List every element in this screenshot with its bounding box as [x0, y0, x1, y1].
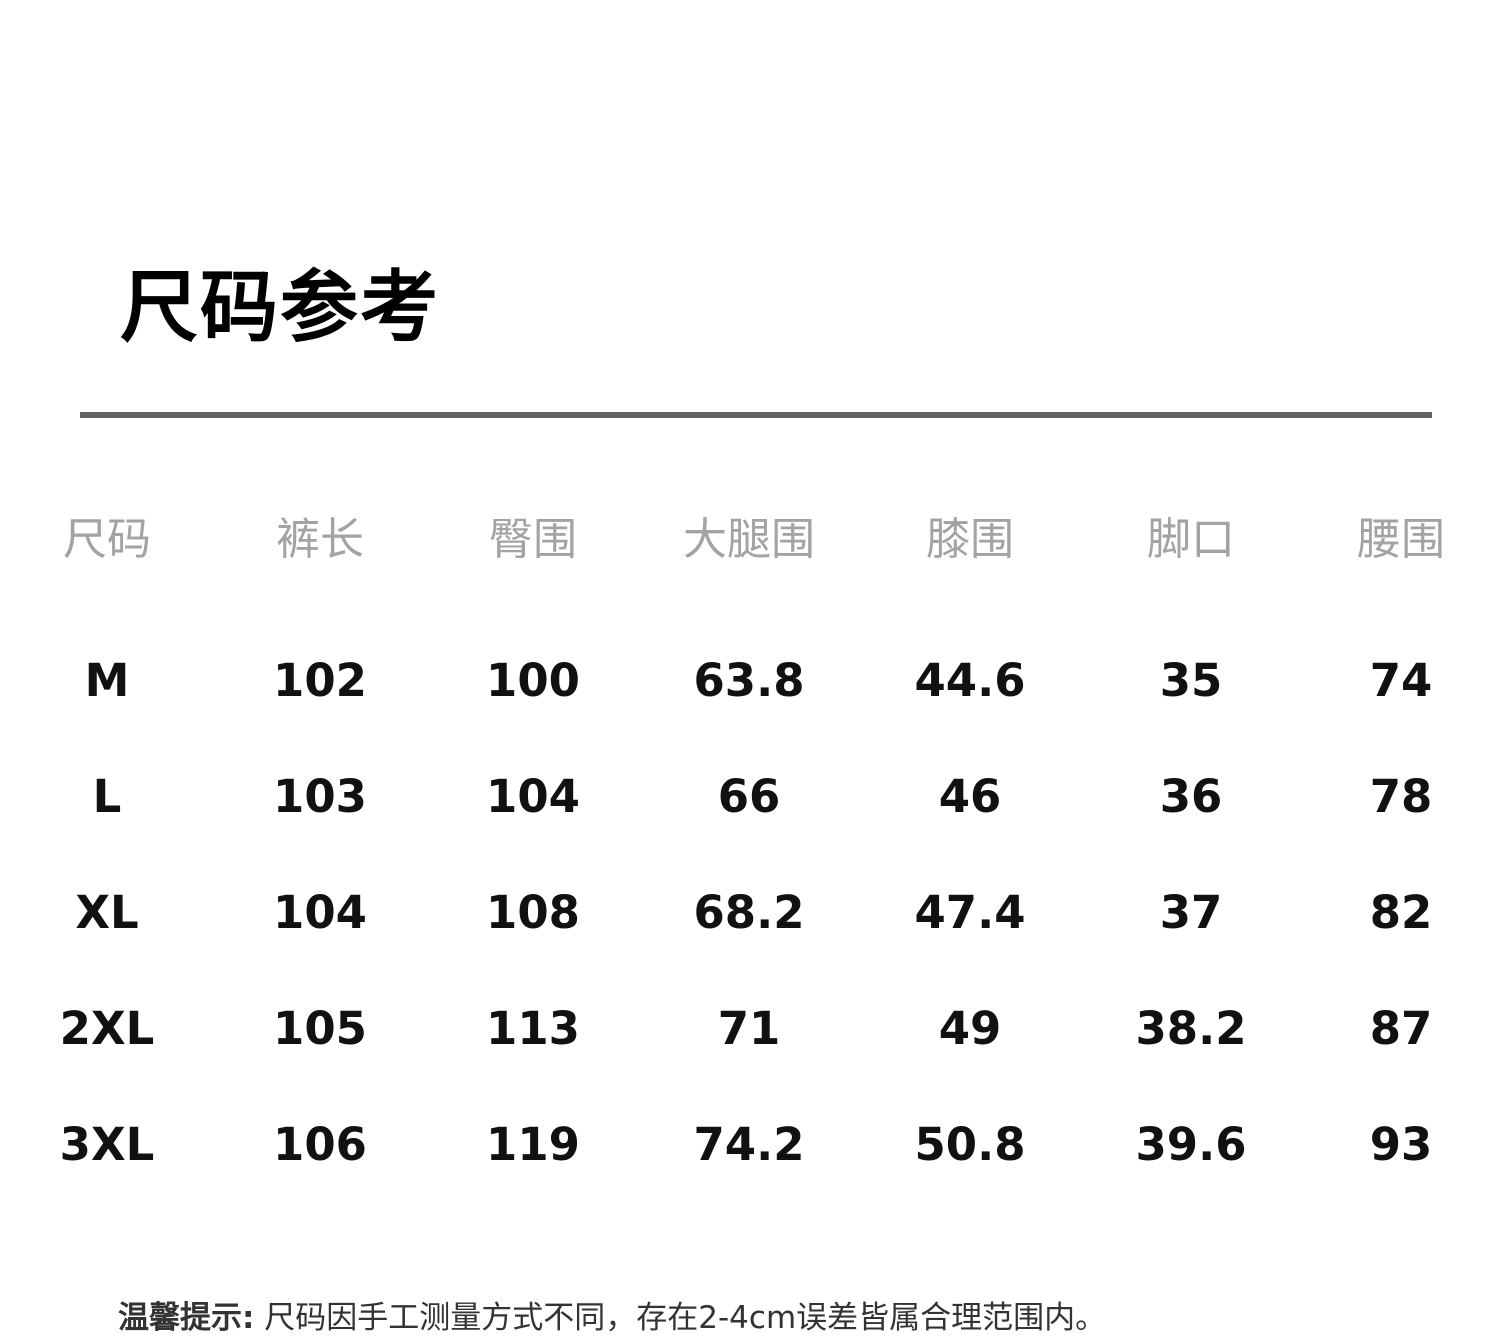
table-cell: 37	[1159, 886, 1223, 939]
table-cell: 93	[1369, 1118, 1433, 1171]
table-cell: 38.2	[1135, 1002, 1247, 1055]
table-cell: 113	[486, 1002, 580, 1055]
header-leg-opening: 脚口	[1147, 514, 1235, 565]
size-note: 温馨提示: 尺码因手工测量方式不同，存在2-4cm误差皆属合理范围内。	[118, 1296, 1106, 1340]
table-cell: 63.8	[693, 654, 805, 707]
note-text: 尺码因手工测量方式不同，存在2-4cm误差皆属合理范围内。	[264, 1300, 1107, 1336]
table-cell: XL	[75, 886, 139, 939]
table-cell: 105	[273, 1002, 367, 1055]
table-cell: L	[92, 770, 122, 823]
header-pants-length: 裤长	[276, 514, 364, 565]
table-cell: 46	[938, 770, 1002, 823]
note-label: 温馨提示:	[118, 1300, 255, 1336]
table-cell: 103	[273, 770, 367, 823]
table-cell: 78	[1369, 770, 1433, 823]
table-cell: 49	[938, 1002, 1002, 1055]
table-cell: 119	[486, 1118, 580, 1171]
table-cell: 2XL	[59, 1002, 155, 1055]
table-cell: 47.4	[914, 886, 1026, 939]
table-cell: 36	[1159, 770, 1223, 823]
header-knee: 膝围	[926, 514, 1014, 565]
table-cell: 71	[717, 1002, 781, 1055]
table-cell: 100	[486, 654, 580, 707]
header-hip: 臀围	[489, 514, 577, 565]
table-cell: 82	[1369, 886, 1433, 939]
table-cell: 3XL	[59, 1118, 155, 1171]
table-cell: 104	[486, 770, 580, 823]
header-thigh: 大腿围	[683, 514, 815, 565]
table-cell: 104	[273, 886, 367, 939]
header-waist: 腰围	[1357, 514, 1445, 565]
table-cell: 87	[1369, 1002, 1433, 1055]
table-cell: 50.8	[914, 1118, 1026, 1171]
header-size: 尺码	[63, 514, 151, 565]
table-cell: 74.2	[693, 1118, 805, 1171]
table-cell: 74	[1369, 654, 1433, 707]
table-cell: 102	[273, 654, 367, 707]
table-cell: 44.6	[914, 654, 1026, 707]
table-cell: 39.6	[1135, 1118, 1247, 1171]
table-cell: 68.2	[693, 886, 805, 939]
size-table: 尺码 裤长 臀围 大腿围 膝围 脚口 腰围 M 102 100 63.8 44.…	[0, 0, 1500, 1337]
table-cell: 108	[486, 886, 580, 939]
table-cell: M	[84, 654, 130, 707]
table-cell: 106	[273, 1118, 367, 1171]
table-cell: 66	[717, 770, 781, 823]
table-cell: 35	[1159, 654, 1223, 707]
